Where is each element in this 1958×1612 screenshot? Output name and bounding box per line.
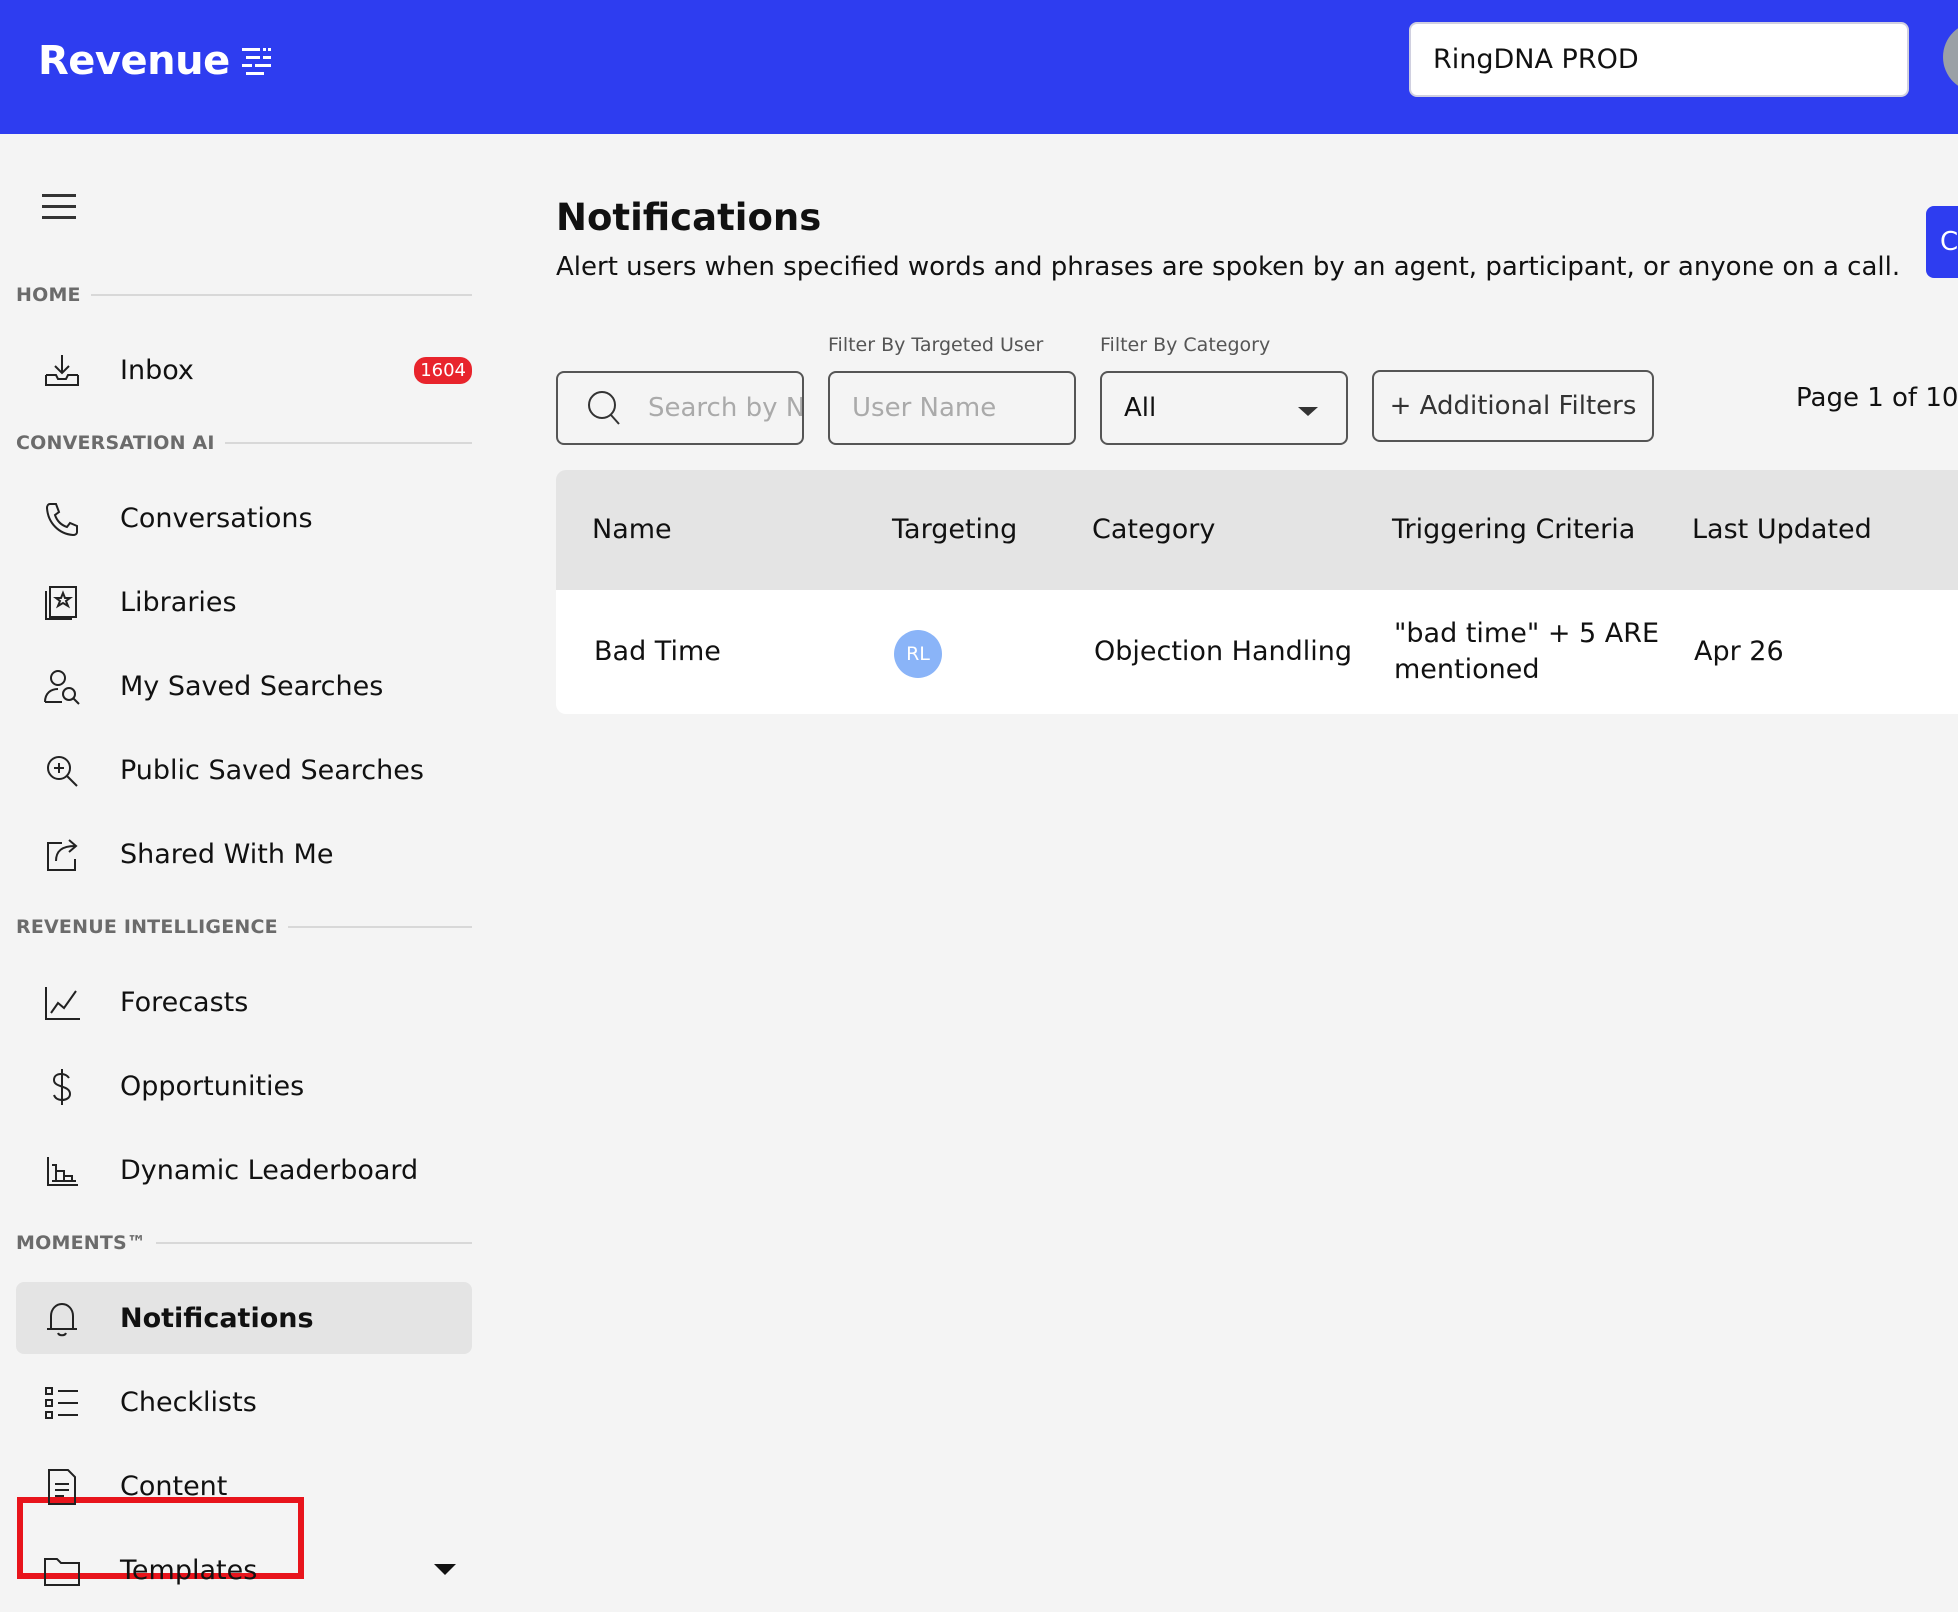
sidebar: HOME Inbox 1604 CONVERSATION AI Conversa… <box>0 134 490 1612</box>
zoom-in-icon <box>47 756 78 787</box>
user-avatar[interactable] <box>1943 22 1958 92</box>
column-header-category[interactable]: Category <box>1092 514 1215 545</box>
section-home: HOME <box>16 284 472 306</box>
category-select-value: All <box>1124 393 1157 423</box>
folder-icon <box>44 1558 80 1586</box>
dollar-icon <box>52 1069 72 1105</box>
sidebar-item-templates[interactable]: Templates <box>16 1534 472 1606</box>
sidebar-item-shared-with-me[interactable]: Shared With Me <box>16 818 472 890</box>
revenue-logo[interactable]: Revenue <box>38 38 272 84</box>
logo-lines-icon <box>241 48 271 75</box>
sidebar-item-label: Libraries <box>120 586 237 618</box>
targeted-user-input[interactable]: User Name <box>828 371 1076 445</box>
column-header-triggering-criteria[interactable]: Triggering Criteria <box>1392 514 1635 545</box>
bar-chart-icon <box>47 1157 78 1186</box>
section-moments: MOMENTS™ <box>16 1232 472 1254</box>
table-row[interactable]: Bad Time RL Objection Handling "bad time… <box>556 590 1958 714</box>
sidebar-item-label: Dynamic Leaderboard <box>120 1154 419 1186</box>
row-criteria-line1: "bad time" + 5 ARE <box>1394 618 1660 649</box>
section-revenue-intelligence: REVENUE INTELLIGENCE <box>16 916 472 938</box>
org-selector-value: RingDNA PROD <box>1433 44 1639 75</box>
section-conversation-ai: CONVERSATION AI <box>16 432 472 454</box>
sidebar-item-label: Notifications <box>120 1302 314 1334</box>
sidebar-item-notifications[interactable]: Notifications <box>16 1282 472 1354</box>
sidebar-item-label: Opportunities <box>120 1070 305 1102</box>
sidebar-item-content[interactable]: Content <box>16 1450 472 1522</box>
top-bar: Revenue RingDNA PROD <box>0 0 1958 134</box>
document-icon <box>48 1469 76 1505</box>
category-select[interactable]: All <box>1100 371 1348 445</box>
pagination-info: Page 1 of 10 <box>1796 383 1958 413</box>
sidebar-item-label: Shared With Me <box>120 838 334 870</box>
column-header-targeting[interactable]: Targeting <box>892 514 1017 545</box>
page-title: Notifications <box>556 196 822 239</box>
sidebar-item-label: Content <box>120 1470 228 1502</box>
inbox-icon <box>45 355 79 386</box>
sidebar-item-label: Public Saved Searches <box>120 754 424 786</box>
sidebar-item-conversations[interactable]: Conversations <box>16 482 472 554</box>
checklist-icon <box>45 1387 78 1419</box>
sidebar-item-public-saved-searches[interactable]: Public Saved Searches <box>16 734 472 806</box>
column-header-name[interactable]: Name <box>592 514 672 545</box>
hamburger-menu-icon[interactable] <box>42 192 78 222</box>
sidebar-item-forecasts[interactable]: Forecasts <box>16 966 472 1038</box>
bell-icon <box>47 1302 77 1337</box>
section-home-label: HOME <box>16 284 81 306</box>
sidebar-item-label: Inbox <box>120 354 194 386</box>
targeted-user-filter-label: Filter By Targeted User <box>828 334 1044 356</box>
sidebar-item-opportunities[interactable]: Opportunities <box>16 1050 472 1122</box>
sidebar-item-label: Conversations <box>120 502 313 534</box>
org-selector[interactable]: RingDNA PROD <box>1409 22 1909 97</box>
phone-icon <box>45 503 78 537</box>
chevron-down-icon[interactable] <box>434 1564 456 1575</box>
sidebar-item-checklists[interactable]: Checklists <box>16 1366 472 1438</box>
section-conversation-ai-label: CONVERSATION AI <box>16 432 215 454</box>
targeting-avatar: RL <box>894 630 942 678</box>
column-header-last-updated[interactable]: Last Updated <box>1692 514 1872 545</box>
additional-filters-button[interactable]: + Additional Filters <box>1372 370 1654 442</box>
row-name[interactable]: Bad Time <box>594 636 721 667</box>
sidebar-item-label: My Saved Searches <box>120 670 384 702</box>
search-icon <box>588 391 620 425</box>
create-button-label: C <box>1940 227 1958 257</box>
row-last-updated: Apr 26 <box>1694 636 1784 667</box>
targeting-initials: RL <box>906 643 930 665</box>
dropdown-arrow-icon <box>1298 407 1318 416</box>
share-icon <box>47 839 78 871</box>
sidebar-item-libraries[interactable]: Libraries <box>16 566 472 638</box>
row-criteria-line2: mentioned <box>1394 654 1540 685</box>
line-chart-icon <box>45 987 80 1020</box>
logo-text: Revenue <box>38 38 230 84</box>
row-category: Objection Handling <box>1094 636 1353 667</box>
table-header: Name Targeting Category Triggering Crite… <box>556 470 1958 590</box>
section-revenue-intelligence-label: REVENUE INTELLIGENCE <box>16 916 278 938</box>
search-placeholder: Search by N <box>648 393 804 423</box>
additional-filters-label: + Additional Filters <box>1389 391 1637 421</box>
sidebar-item-my-saved-searches[interactable]: My Saved Searches <box>16 650 472 722</box>
search-input[interactable]: Search by N <box>556 371 804 445</box>
create-button[interactable]: C <box>1926 206 1958 278</box>
sidebar-item-label: Checklists <box>120 1386 257 1418</box>
category-filter-label: Filter By Category <box>1100 334 1271 356</box>
user-name-placeholder: User Name <box>852 393 997 423</box>
library-icon <box>45 586 77 620</box>
sidebar-item-dynamic-leaderboard[interactable]: Dynamic Leaderboard <box>16 1134 472 1206</box>
section-moments-label: MOMENTS™ <box>16 1232 147 1254</box>
sidebar-item-label: Templates <box>120 1554 258 1586</box>
page-subtitle: Alert users when specified words and phr… <box>556 252 1901 282</box>
sidebar-item-inbox[interactable]: Inbox 1604 <box>16 334 472 406</box>
sidebar-item-label: Forecasts <box>120 986 249 1018</box>
user-search-icon <box>44 670 80 705</box>
inbox-count-badge: 1604 <box>414 356 472 384</box>
